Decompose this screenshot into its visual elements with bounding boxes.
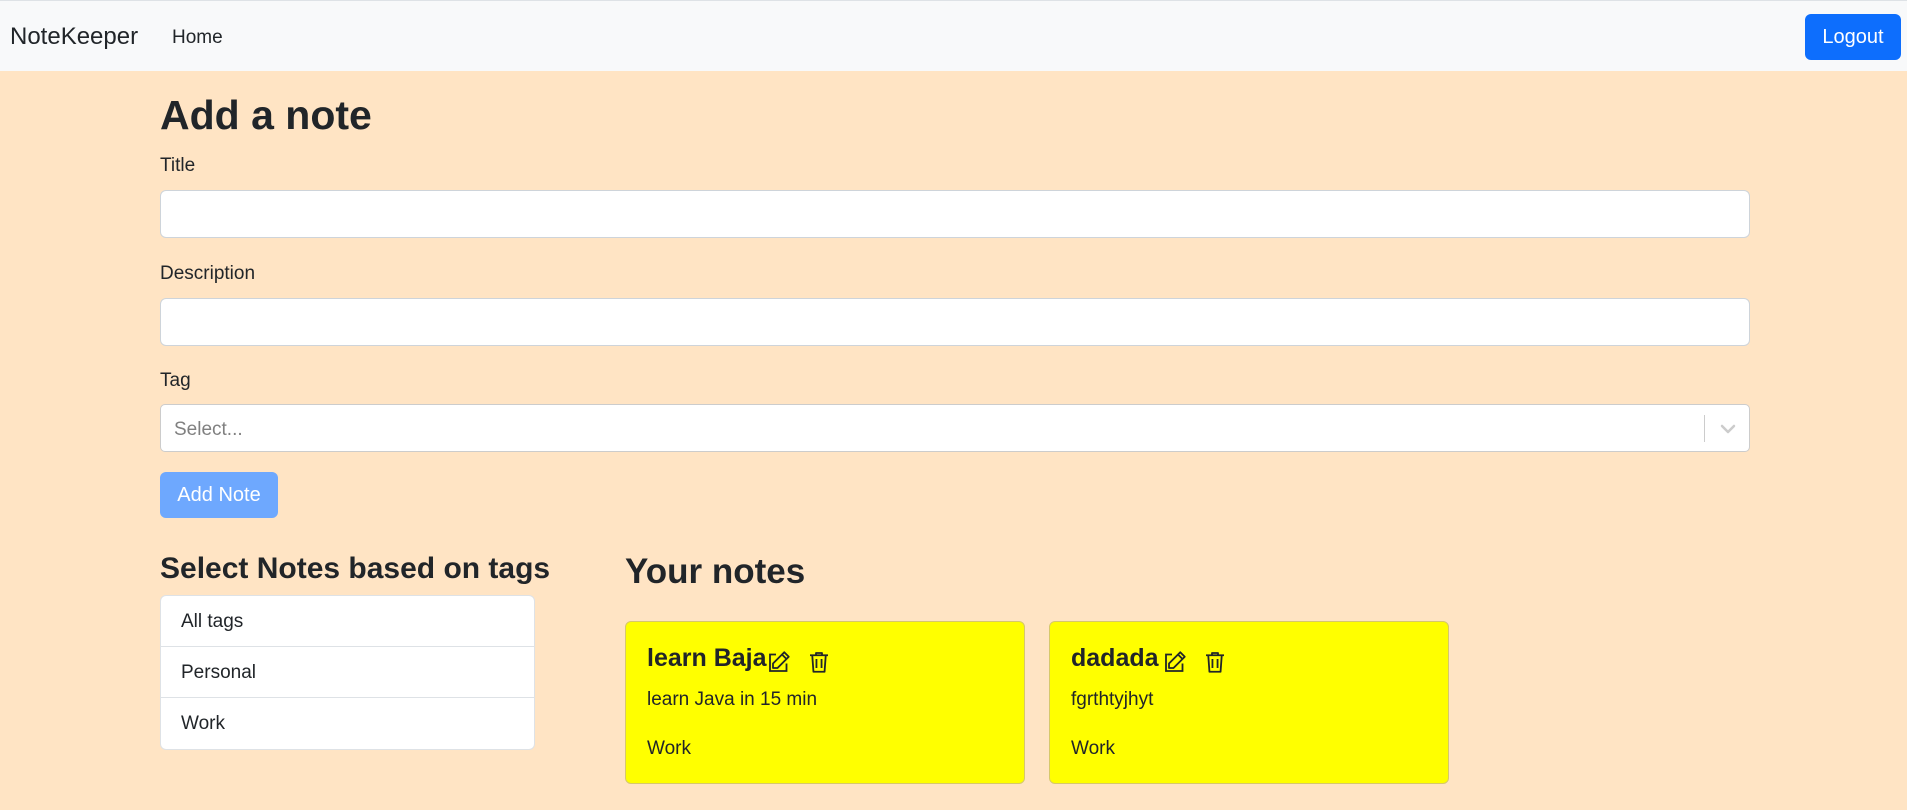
tag-filter-work[interactable]: Work — [161, 698, 534, 749]
tag-select-placeholder: Select... — [174, 419, 243, 440]
select-separator — [1704, 415, 1705, 442]
tag-select[interactable]: Select... — [160, 404, 1750, 452]
title-label: Title — [160, 155, 196, 176]
chevron-down-icon[interactable] — [1718, 419, 1738, 439]
tag-label: Tag — [160, 370, 191, 391]
description-label: Description — [160, 263, 256, 284]
description-input[interactable] — [160, 298, 1750, 346]
note-description: learn Java in 15 min — [647, 689, 818, 710]
notes-heading: Your notes — [625, 552, 806, 591]
logout-button[interactable]: Logout — [1805, 14, 1901, 60]
title-input[interactable] — [160, 190, 1750, 238]
tag-filter-list: All tags Personal Work — [160, 595, 535, 750]
note-tag: Work — [1071, 738, 1115, 759]
add-note-button[interactable]: Add Note — [160, 472, 278, 518]
edit-icon[interactable] — [767, 650, 791, 674]
tag-filter-all[interactable]: All tags — [161, 596, 534, 647]
navbar: NoteKeeper Home Logout — [0, 0, 1907, 71]
tag-filter-personal[interactable]: Personal — [161, 647, 534, 698]
note-title: dadada — [1071, 644, 1159, 672]
page-title: Add a note — [160, 92, 372, 138]
note-description: fgrthtyjhyt — [1071, 689, 1154, 710]
note-card: dadada fgrthtyjhyt Work — [1049, 621, 1449, 784]
trash-icon[interactable] — [807, 650, 831, 674]
note-card: learn Baja learn Java in 15 min Work — [625, 621, 1025, 784]
nav-home-link[interactable]: Home — [172, 27, 223, 49]
tags-heading: Select Notes based on tags — [160, 552, 551, 585]
brand-logo[interactable]: NoteKeeper — [10, 23, 138, 51]
note-tag: Work — [647, 738, 691, 759]
trash-icon[interactable] — [1203, 650, 1227, 674]
note-title: learn Baja — [647, 644, 767, 672]
edit-icon[interactable] — [1163, 650, 1187, 674]
